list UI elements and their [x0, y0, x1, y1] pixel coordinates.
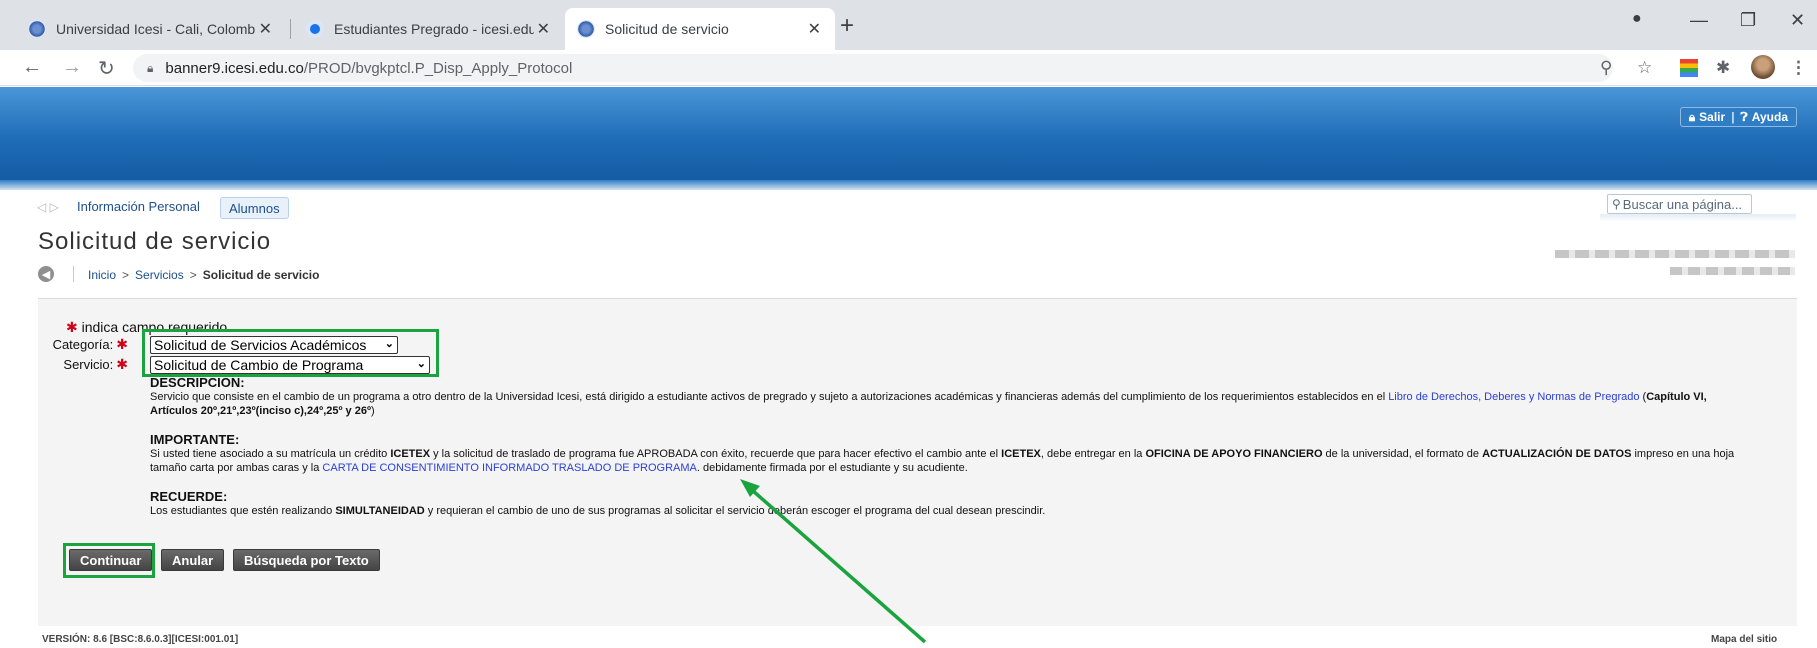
banner-divider: [0, 180, 1817, 190]
breadcrumb: Inicio > Servicios > Solicitud de servicio: [88, 268, 320, 282]
breadcrumb-servicios[interactable]: Servicios: [135, 268, 184, 282]
new-tab-icon[interactable]: +: [840, 12, 854, 40]
tab-divider: [290, 19, 291, 39]
libro-derechos-link[interactable]: Libro de Derechos, Deberes y Normas de P…: [1388, 391, 1639, 403]
categoria-label: Categoría: ✱: [52, 336, 128, 352]
required-star-icon: ✱: [66, 319, 78, 335]
url-path: /PROD/bvgkptcl.P_Disp_Apply_Protocol: [303, 59, 573, 77]
ayuda-link[interactable]: Ayuda: [1752, 110, 1788, 124]
nav-informacion-personal[interactable]: Información Personal: [77, 199, 200, 214]
recuerde-heading: RECUERDE:: [150, 489, 228, 504]
search-shadow: [1600, 214, 1796, 222]
browser-tab-strip: Universidad Icesi - Cali, Colombia ✕ Est…: [0, 0, 1817, 50]
version-footer: VERSIÓN: 8.6 [BSC:8.6.0.3][ICESI:001.01]: [42, 634, 239, 645]
back-arrow-icon[interactable]: ←: [22, 56, 42, 79]
menu-kebab-icon[interactable]: ⋮: [1790, 58, 1807, 78]
page-search: ⚲: [1607, 194, 1752, 214]
busqueda-texto-button[interactable]: Búsqueda por Texto: [233, 549, 380, 571]
address-bar[interactable]: 🔒︎ banner9.icesi.edu.co/PROD/bvgkptcl.P_…: [133, 54, 1613, 82]
servicio-label: Servicio: ✱: [63, 356, 128, 372]
divider: |: [1731, 110, 1735, 124]
tab-title: Solicitud de servicio: [605, 21, 729, 37]
tab-estudiantes[interactable]: Estudiantes Pregrado - icesi.edu.co ✕: [294, 8, 564, 50]
tab-solicitud[interactable]: Solicitud de servicio ✕: [565, 8, 835, 50]
close-icon[interactable]: ✕: [537, 19, 550, 39]
recuerde-text: Los estudiantes que estén realizando SIM…: [150, 505, 1046, 517]
highlight-form-annotation: [142, 329, 439, 377]
url-host: banner9.icesi.edu.co: [165, 59, 304, 77]
sitemap-link[interactable]: Mapa del sitio: [1711, 634, 1777, 645]
required-star-icon: ✱: [116, 336, 128, 352]
forward-arrow-icon[interactable]: →: [62, 56, 82, 79]
tab-universidad[interactable]: Universidad Icesi - Cali, Colombia ✕: [16, 8, 286, 50]
lock-icon: 🔒︎: [1688, 109, 1696, 124]
extensions-puzzle-icon[interactable]: ✱: [1716, 58, 1730, 78]
page-title: Solicitud de servicio: [38, 228, 272, 255]
header-actions: 🔒︎ Salir | ❓︎ Ayuda: [1679, 107, 1797, 127]
divider: [73, 266, 74, 282]
tab-search-icon[interactable]: ●: [1632, 10, 1642, 28]
tab-title: Estudiantes Pregrado - icesi.edu.co: [334, 21, 534, 37]
browser-toolbar: ← → ↻ 🔒︎ banner9.icesi.edu.co/PROD/bvgkp…: [0, 50, 1817, 86]
help-icon: ❓︎: [1740, 109, 1748, 124]
student-favicon-icon: [306, 20, 324, 38]
close-icon[interactable]: ✕: [259, 19, 272, 39]
tab-title: Universidad Icesi - Cali, Colombia: [56, 21, 256, 37]
search-input[interactable]: [1622, 196, 1743, 212]
descripcion-heading: DESCRIPCION:: [150, 375, 245, 390]
avatar[interactable]: [1751, 55, 1775, 79]
anular-button[interactable]: Anular: [161, 549, 225, 571]
minimize-icon[interactable]: —: [1690, 10, 1708, 31]
recuerde-section: RECUERDE: Los estudiantes que estén real…: [150, 490, 1735, 518]
back-circle-icon[interactable]: ◀: [38, 266, 54, 282]
reload-icon[interactable]: ↻: [98, 56, 115, 81]
nav-tab-alumnos[interactable]: Alumnos: [220, 197, 289, 219]
icesi-favicon-icon: [577, 20, 595, 38]
zoom-icon[interactable]: ⚲: [1600, 58, 1612, 78]
breadcrumb-inicio[interactable]: Inicio: [88, 268, 116, 282]
salir-link[interactable]: Salir: [1699, 110, 1725, 124]
importante-heading: IMPORTANTE:: [150, 432, 240, 447]
nav-arrows-icon[interactable]: ◁ ▷: [37, 200, 59, 214]
extension-icon[interactable]: [1680, 59, 1698, 77]
window-close-icon[interactable]: ✕: [1790, 10, 1805, 31]
importante-section: IMPORTANTE: Si usted tiene asociado a su…: [150, 433, 1735, 475]
site-banner: [0, 87, 1817, 180]
descripcion-section: DESCRIPCION: Servicio que consiste en el…: [150, 376, 1735, 418]
lock-icon: 🔒︎: [147, 60, 154, 75]
close-icon[interactable]: ✕: [808, 19, 821, 39]
descripcion-text: Servicio que consiste en el cambio de un…: [150, 391, 1707, 417]
date-info-redacted: [1670, 267, 1795, 275]
breadcrumb-current: Solicitud de servicio: [202, 268, 320, 282]
required-star-icon: ✱: [116, 356, 128, 372]
icesi-favicon-icon: [28, 20, 46, 38]
restore-icon[interactable]: ❐: [1740, 10, 1756, 31]
importante-text: Si usted tiene asociado a su matrícula u…: [150, 448, 1735, 474]
bookmark-star-icon[interactable]: ☆: [1637, 58, 1652, 78]
carta-consentimiento-link[interactable]: CARTA DE CONSENTIMIENTO INFORMADO TRASLA…: [322, 462, 696, 474]
user-info-redacted: [1555, 250, 1795, 258]
search-icon: ⚲: [1612, 197, 1621, 211]
highlight-continuar-annotation: [63, 543, 155, 578]
